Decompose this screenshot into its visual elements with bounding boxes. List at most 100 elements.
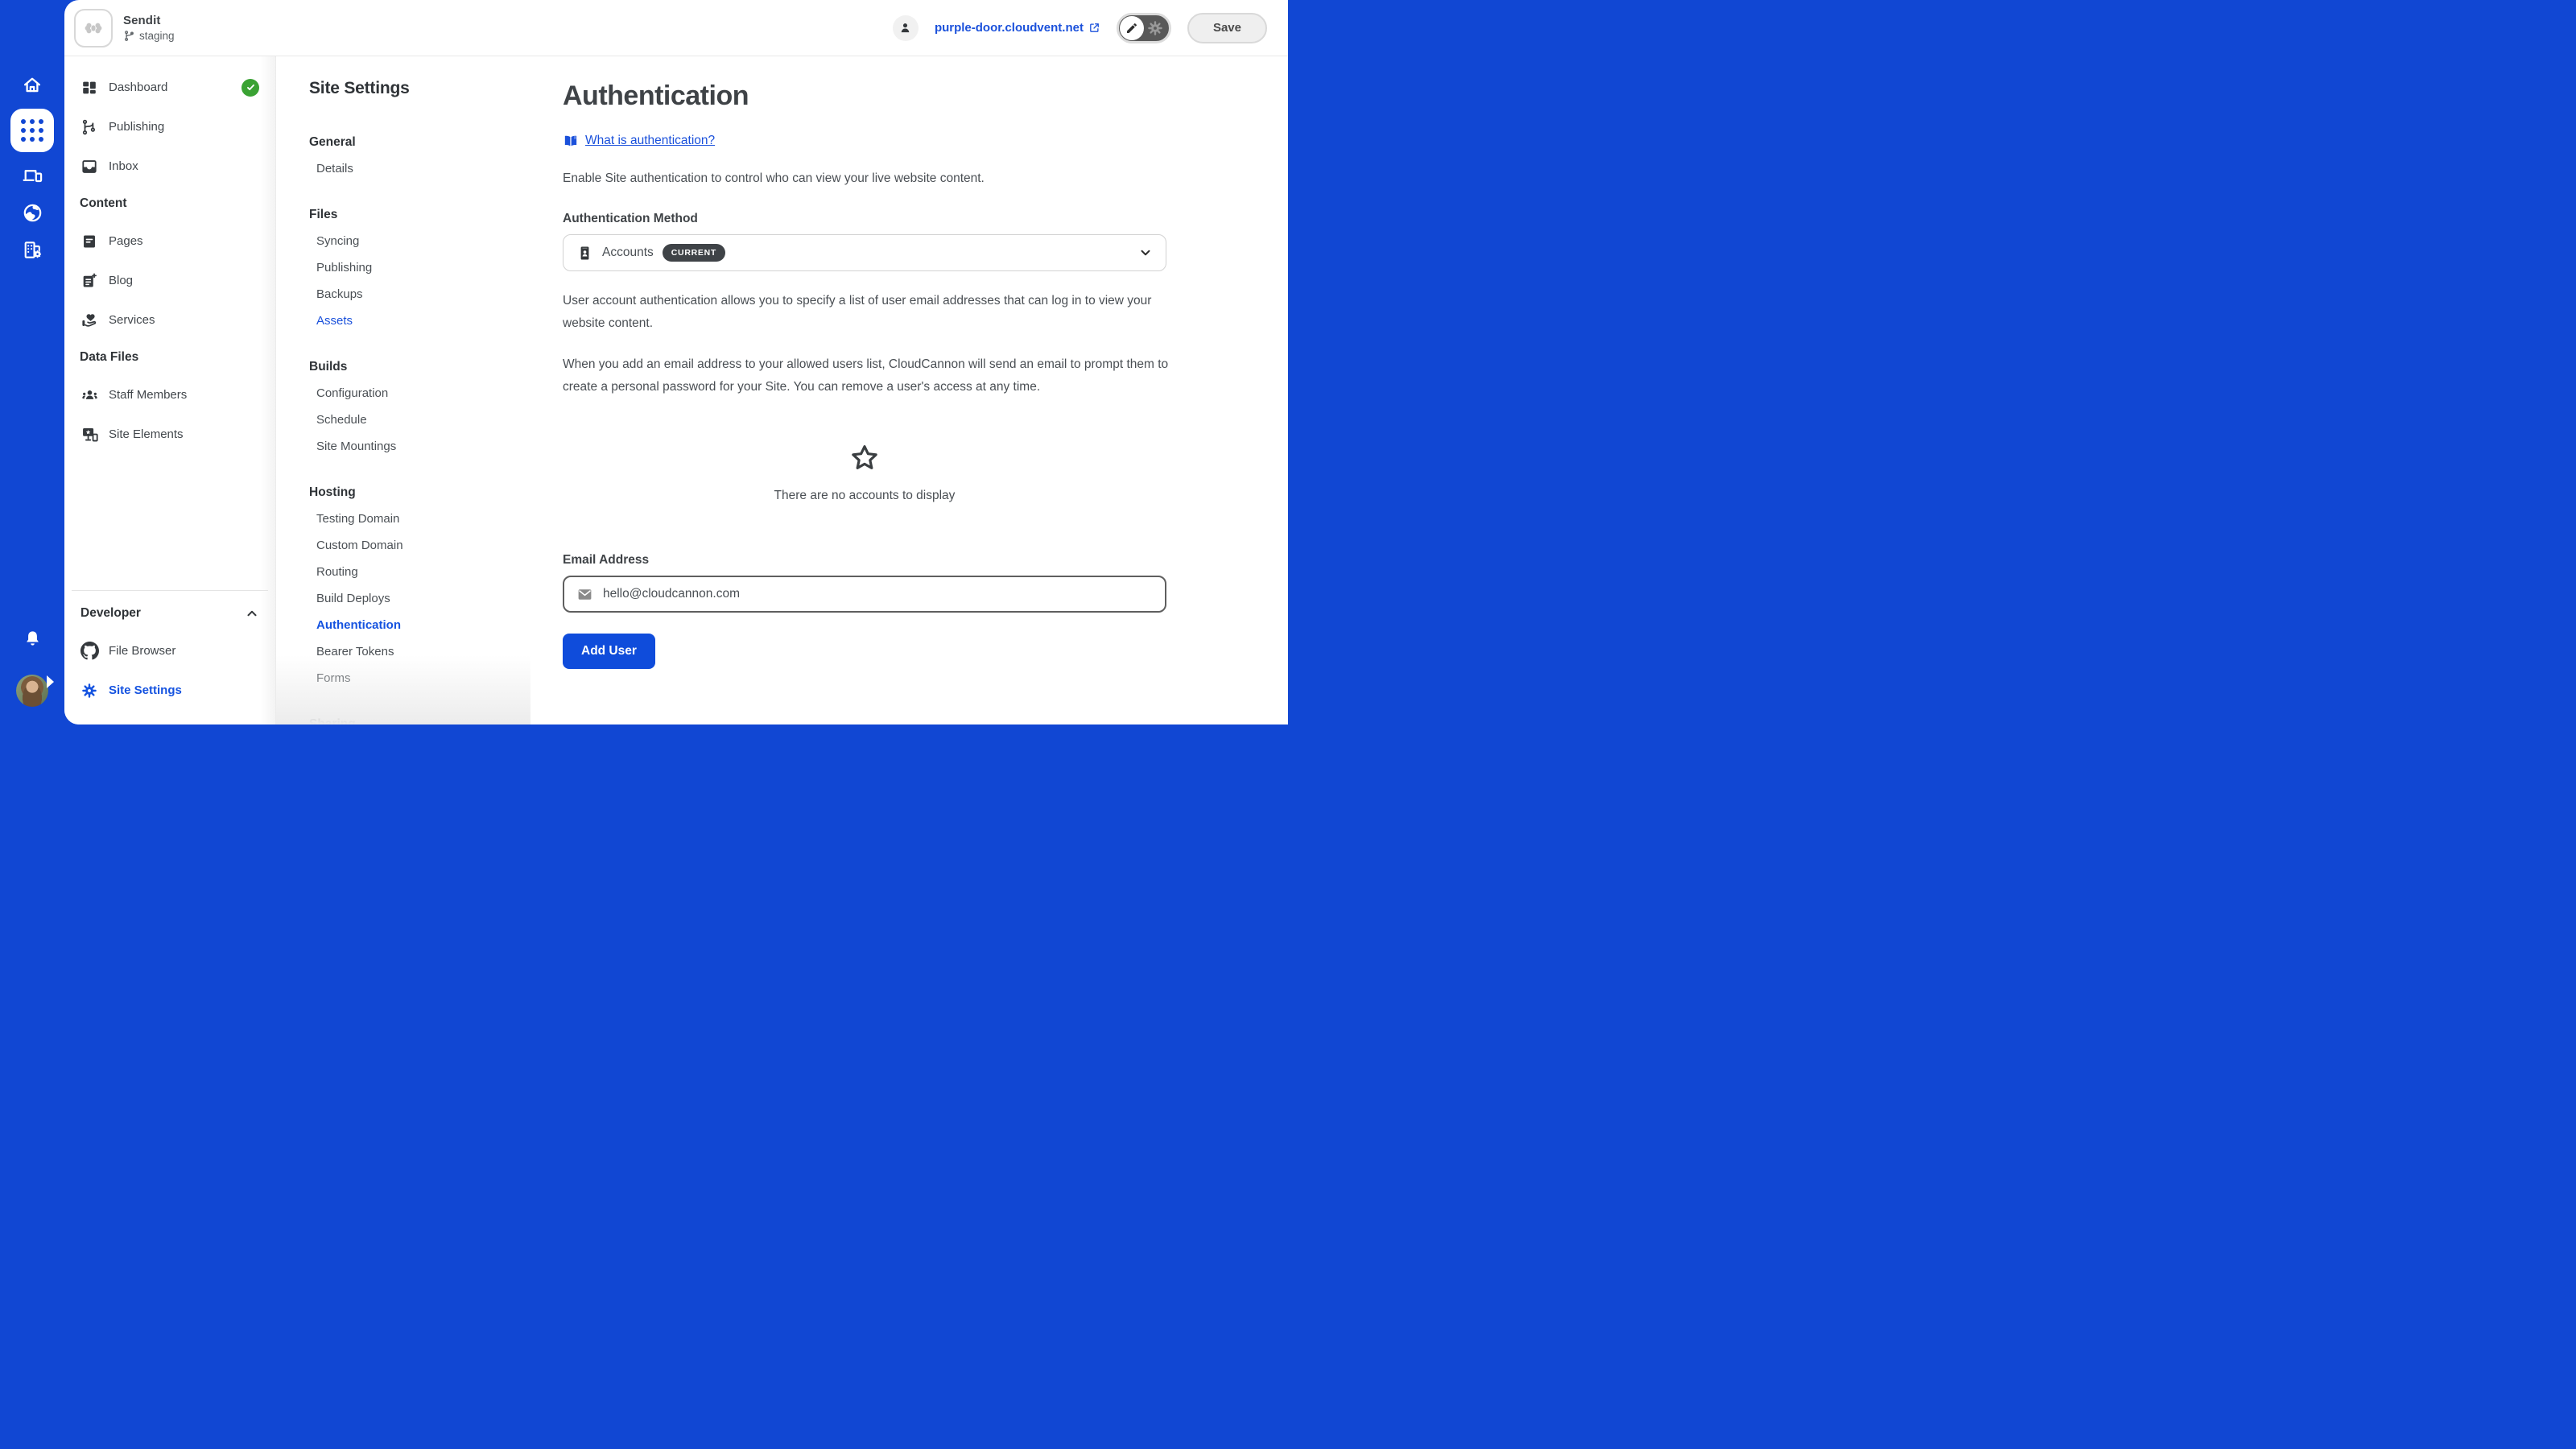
dashboard-icon [80, 79, 98, 97]
settings-section-header-files: Files [309, 201, 530, 228]
developer-section: Developer File Browser Site Settings [72, 590, 268, 713]
rail-item-active[interactable] [10, 109, 54, 152]
sidebar-item-label: Site Settings [109, 683, 182, 697]
sidebar-item-label: Publishing [109, 120, 164, 134]
star-icon [848, 442, 881, 474]
rail-item[interactable] [10, 194, 54, 231]
live-site-url: purple-door.cloudvent.net [935, 21, 1084, 35]
settings-item-publishing[interactable]: Publishing [309, 254, 530, 281]
chevron-down-icon [1138, 246, 1153, 260]
globe-icon [22, 202, 43, 224]
expand-arrow-icon[interactable] [47, 675, 54, 688]
sidebar-item-label: Dashboard [109, 80, 167, 94]
contact-card-icon [576, 245, 593, 262]
settings-item-schedule[interactable]: Schedule [309, 407, 530, 433]
settings-item-routing[interactable]: Routing [309, 559, 530, 585]
gear-icon [1146, 19, 1164, 37]
settings-item-details[interactable]: Details [309, 155, 530, 182]
branch-icon [123, 30, 135, 42]
settings-item-assets[interactable]: Assets [309, 308, 530, 334]
settings-item-authentication[interactable]: Authentication [309, 612, 530, 638]
pencil-icon [1120, 16, 1144, 40]
notifications-bell-icon[interactable] [10, 620, 54, 657]
gear-icon [80, 682, 98, 700]
success-check-badge [242, 79, 259, 97]
sidebar-header-content: Content [64, 186, 275, 221]
site-elements-icon [80, 425, 98, 444]
settings-item-testing-domain[interactable]: Testing Domain [309, 506, 530, 532]
columns: Dashboard Publishing Inbox Content Pages… [64, 56, 1288, 724]
developer-label: Developer [80, 606, 141, 621]
sidebar-item-services[interactable]: Services [64, 300, 275, 340]
rail-item[interactable] [10, 157, 54, 194]
site-logo [74, 9, 113, 47]
cloudcannon-logo-icon[interactable] [14, 10, 51, 47]
email-input[interactable] [603, 587, 1153, 601]
settings-item-site-mountings[interactable]: Site Mountings [309, 433, 530, 460]
settings-item-bearer-tokens[interactable]: Bearer Tokens [309, 638, 530, 665]
settings-item-custom-domain[interactable]: Custom Domain [309, 532, 530, 559]
apps-grid-icon [21, 119, 43, 142]
staff-icon [80, 386, 98, 404]
sidebar-item-dashboard[interactable]: Dashboard [64, 68, 275, 107]
email-address-label: Email Address [563, 553, 1256, 568]
empty-state-message: There are no accounts to display [563, 489, 1166, 503]
settings-item-backups[interactable]: Backups [309, 281, 530, 308]
sidebar-item-label: File Browser [109, 644, 175, 658]
empty-state: There are no accounts to display [563, 442, 1166, 503]
add-user-button[interactable]: Add User [563, 634, 655, 669]
sidebar-item-publishing[interactable]: Publishing [64, 107, 275, 147]
settings-item-build-deploys[interactable]: Build Deploys [309, 585, 530, 612]
method-value: Accounts [602, 246, 654, 260]
site-name: Sendit [123, 14, 175, 27]
site-info: Sendit staging [123, 14, 175, 42]
settings-item-syncing[interactable]: Syncing [309, 228, 530, 254]
settings-section-header-general: General [309, 129, 530, 155]
settings-item-forms[interactable]: Forms [309, 665, 530, 691]
inbox-icon [80, 158, 98, 175]
description-1: User account authentication allows you t… [563, 290, 1174, 335]
save-button[interactable]: Save [1187, 13, 1267, 43]
sidebar-item-file-browser[interactable]: File Browser [72, 631, 268, 671]
sidebar-item-site-elements[interactable]: Site Elements [64, 415, 275, 454]
sidebar-item-label: Staff Members [109, 388, 187, 402]
sidebar-item-label: Inbox [109, 159, 138, 173]
home-icon [22, 75, 43, 96]
what-is-authentication-link[interactable]: What is authentication? [585, 134, 715, 148]
settings-nav: Site Settings GeneralDetails FilesSyncing… [275, 56, 530, 724]
account-button[interactable] [893, 15, 919, 41]
app-rail [0, 0, 64, 724]
authentication-method-select[interactable]: Accounts CURRENT [563, 234, 1166, 271]
mail-icon [576, 586, 593, 603]
sidebar-header-developer[interactable]: Developer [72, 596, 268, 631]
sidebar-item-label: Blog [109, 274, 133, 287]
sidebar-item-label: Pages [109, 234, 143, 248]
sidebar-item-pages[interactable]: Pages [64, 221, 275, 261]
sidebar-header-data-files: Data Files [64, 340, 275, 375]
sidebar-item-blog[interactable]: Blog [64, 261, 275, 300]
branch-selector[interactable]: staging [123, 30, 175, 42]
rail-item[interactable] [10, 231, 54, 268]
app-surface: Sendit staging purple-door.cloudvent.net… [64, 0, 1288, 724]
description-2: When you add an email address to your al… [563, 353, 1174, 398]
topbar: Sendit staging purple-door.cloudvent.net… [64, 0, 1288, 56]
rail-item[interactable] [10, 67, 54, 104]
settings-nav-title: Site Settings [309, 79, 530, 98]
live-site-link[interactable]: purple-door.cloudvent.net [935, 21, 1100, 35]
pages-icon [80, 233, 98, 250]
github-icon [80, 642, 98, 660]
main-content: Authentication What is authentication? E… [530, 56, 1288, 724]
external-link-icon [1088, 22, 1100, 34]
sidebar-item-staff-members[interactable]: Staff Members [64, 375, 275, 415]
edit-mode-toggle[interactable] [1117, 13, 1171, 43]
intro-text: Enable Site authentication to control wh… [563, 167, 1174, 190]
rail-nav [10, 67, 54, 268]
sidebar-item-inbox[interactable]: Inbox [64, 147, 275, 186]
settings-item-configuration[interactable]: Configuration [309, 380, 530, 407]
sidebar-item-label: Services [109, 313, 155, 327]
user-avatar[interactable] [16, 675, 48, 707]
organization-icon [22, 239, 43, 261]
book-icon [563, 133, 579, 149]
chevron-up-icon[interactable] [245, 606, 259, 621]
sidebar-item-site-settings[interactable]: Site Settings [72, 671, 268, 710]
